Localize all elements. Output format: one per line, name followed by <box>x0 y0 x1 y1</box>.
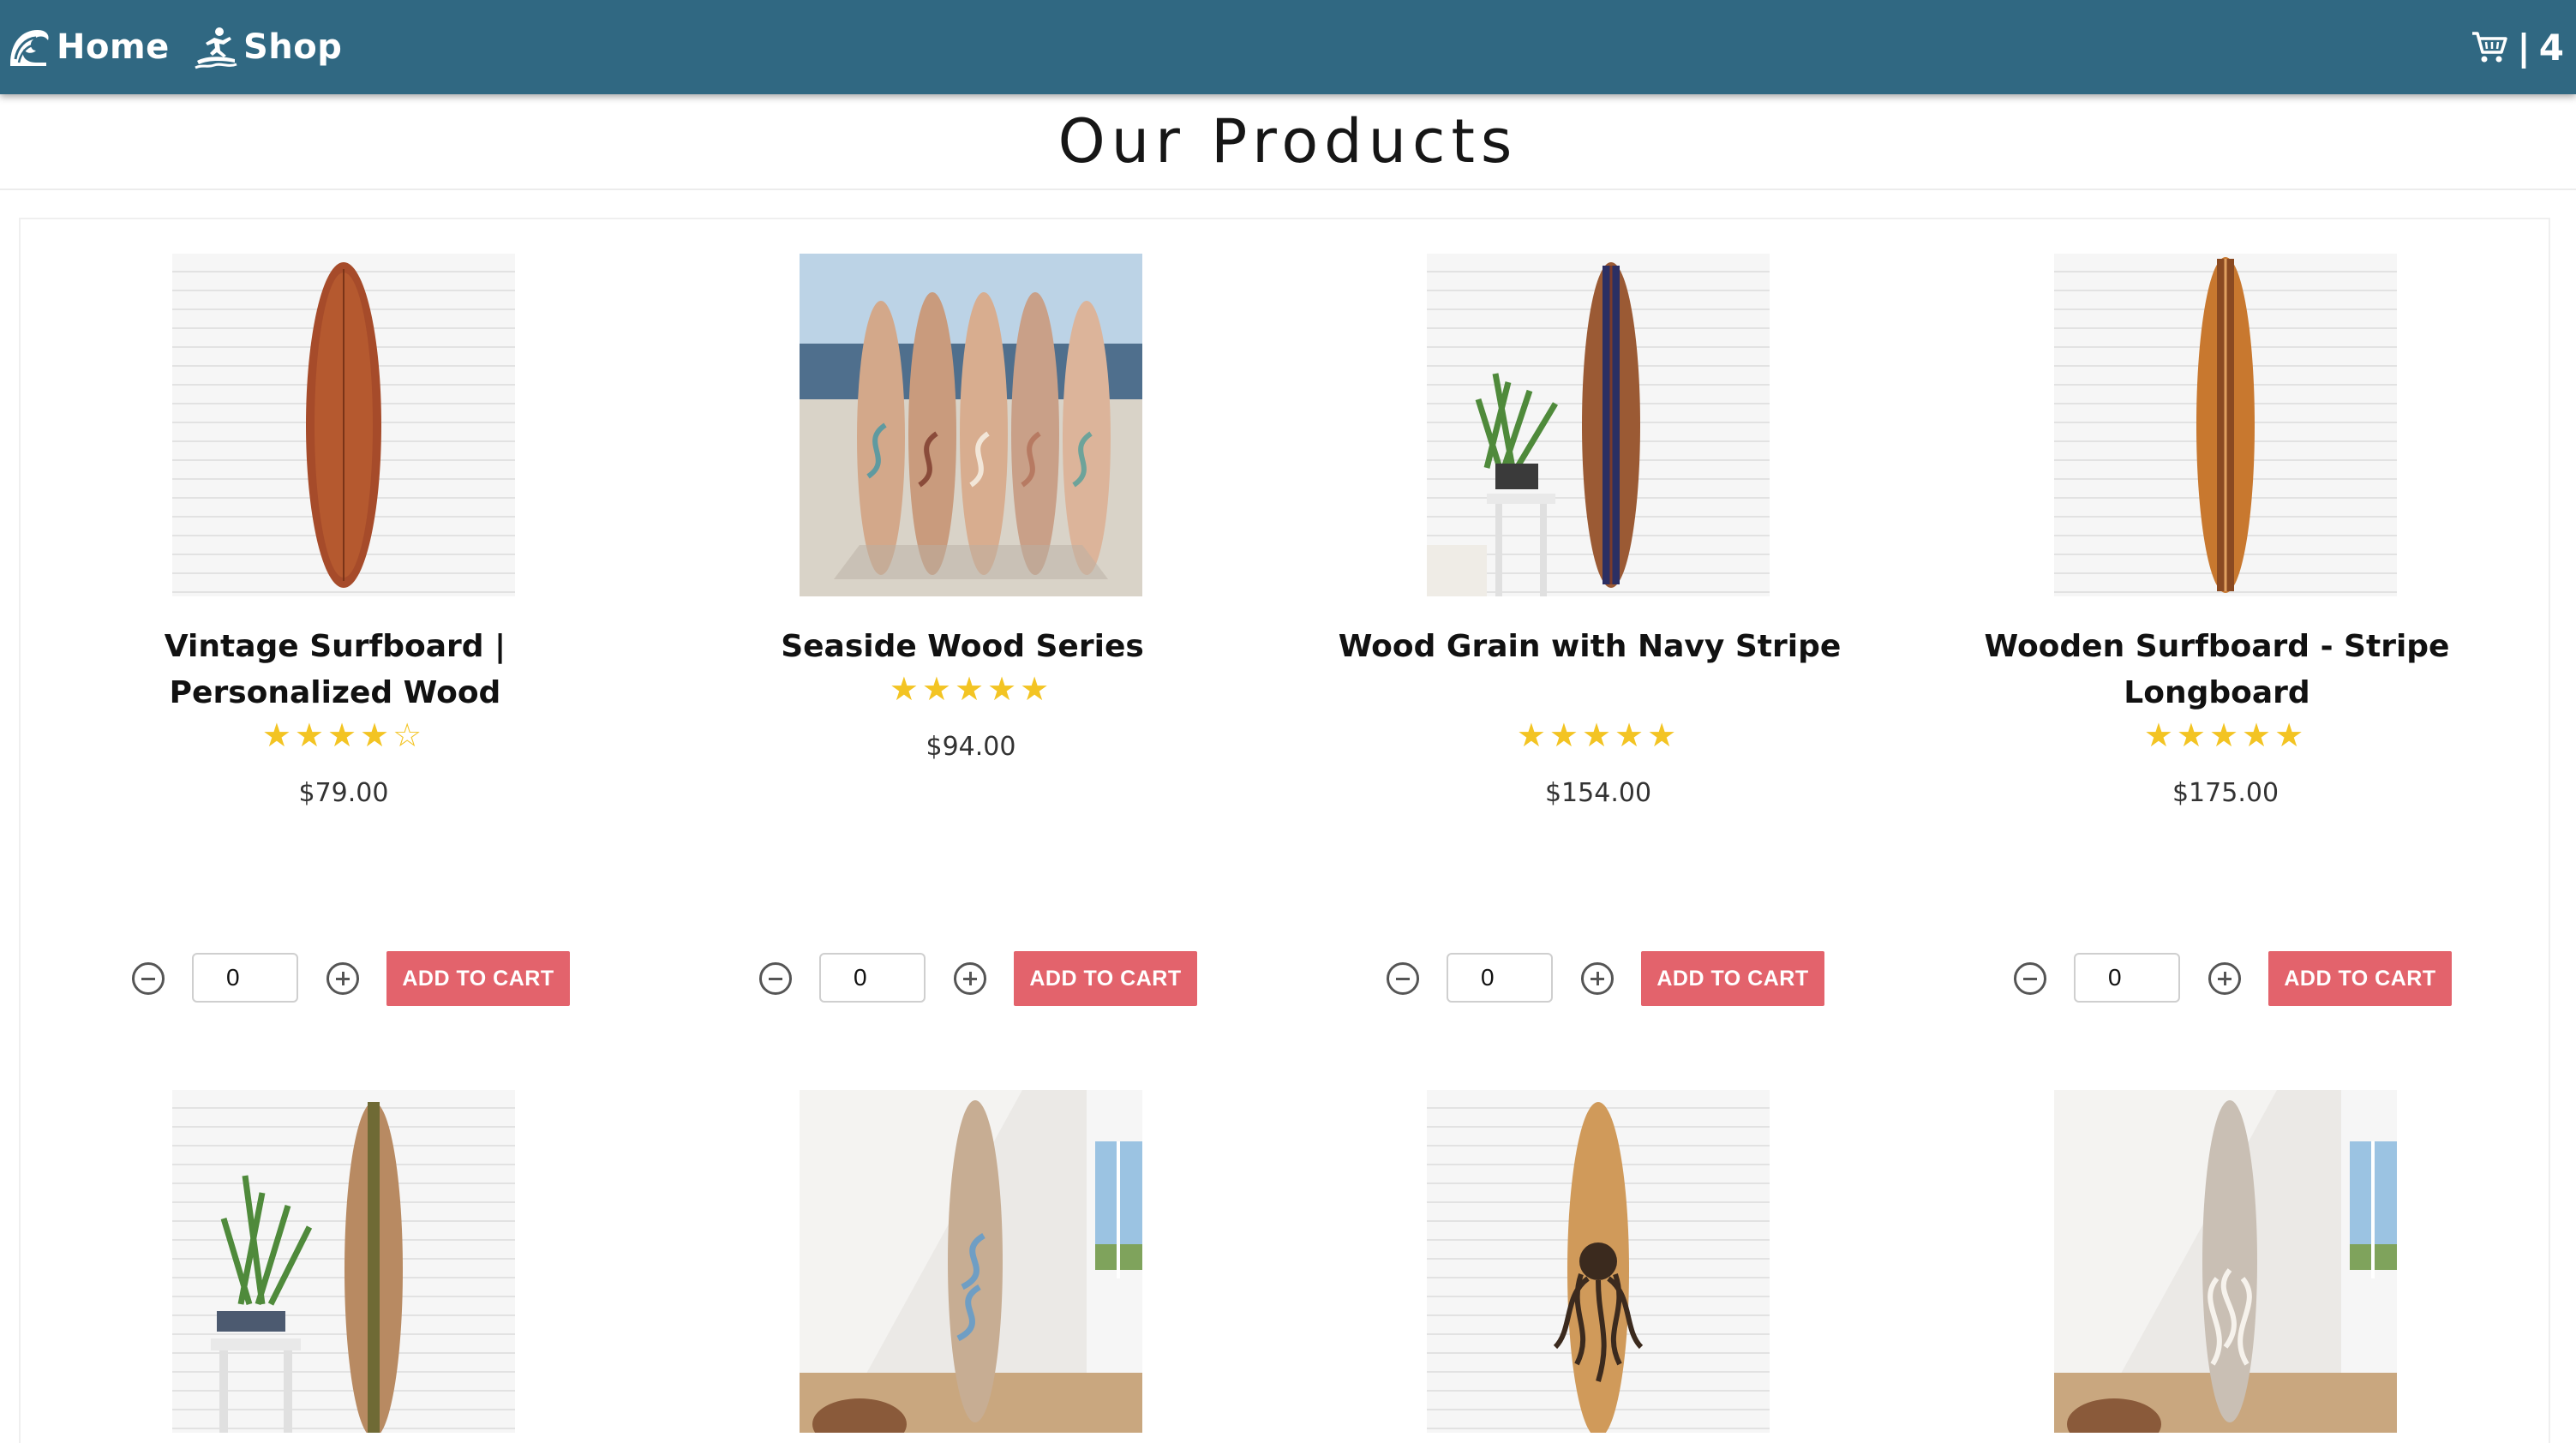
product-price: $79.00 <box>298 778 389 808</box>
product-name[interactable]: Vintage Surfboard | Personalized Wood <box>72 624 598 716</box>
page-title: Our Products <box>1057 106 1519 177</box>
quantity-input[interactable] <box>1447 953 1553 1003</box>
cart-count: 4 <box>2538 26 2564 69</box>
product-grid: Vintage Surfboard | Personalized Wood ★★… <box>19 218 2550 1443</box>
add-to-cart-button[interactable]: ADD TO CART <box>1641 951 1824 1006</box>
quantity-controls: ADD TO CART <box>21 951 667 1008</box>
product-name[interactable]: Seaside Wood Series <box>699 624 1225 670</box>
quantity-controls: ADD TO CART <box>648 951 1294 1008</box>
product-image[interactable] <box>172 254 515 596</box>
page-header: Our Products <box>0 94 2576 190</box>
add-to-cart-button[interactable]: ADD TO CART <box>1014 951 1197 1006</box>
product-image[interactable] <box>800 254 1142 596</box>
product-image[interactable] <box>1427 1090 1770 1433</box>
minus-circle-icon[interactable] <box>132 962 165 995</box>
rating-stars: ★★★★★ <box>889 672 1053 708</box>
quantity-input[interactable] <box>819 953 926 1003</box>
cart-separator: | <box>2517 26 2531 69</box>
quantity-controls: ADD TO CART <box>1275 951 1921 1008</box>
product-price: $175.00 <box>2172 778 2279 808</box>
minus-circle-icon[interactable] <box>2014 962 2046 995</box>
cart-link[interactable]: | 4 <box>2471 0 2564 94</box>
minus-circle-icon[interactable] <box>759 962 792 995</box>
plus-circle-icon[interactable] <box>2208 962 2241 995</box>
nav-home-link[interactable]: Home <box>7 0 170 94</box>
cart-icon <box>2471 30 2508 64</box>
nav-shop-link[interactable]: Shop <box>194 0 342 94</box>
product-image[interactable] <box>2054 254 2397 596</box>
product-image[interactable] <box>172 1090 515 1433</box>
product-price: $154.00 <box>1544 778 1652 808</box>
plus-circle-icon[interactable] <box>326 962 359 995</box>
add-to-cart-button[interactable]: ADD TO CART <box>2268 951 2452 1006</box>
plus-circle-icon[interactable] <box>954 962 986 995</box>
rating-stars: ★★★★★ <box>2143 718 2308 754</box>
top-nav-bar: Home Shop | 4 <box>0 0 2576 94</box>
wave-logo-icon <box>7 25 51 69</box>
product-image[interactable] <box>1427 254 1770 596</box>
nav-shop-label: Shop <box>243 27 343 67</box>
product-name[interactable]: Wood Grain with Navy Stripe <box>1327 624 1853 670</box>
plus-circle-icon[interactable] <box>1581 962 1614 995</box>
minus-circle-icon[interactable] <box>1387 962 1419 995</box>
nav-home-label: Home <box>57 27 170 67</box>
add-to-cart-button[interactable]: ADD TO CART <box>386 951 570 1006</box>
product-image[interactable] <box>2054 1090 2397 1433</box>
quantity-input[interactable] <box>2074 953 2180 1003</box>
product-image[interactable] <box>800 1090 1142 1433</box>
product-name[interactable]: Wooden Surfboard - Stripe Longboard <box>1954 624 2480 716</box>
surfer-icon <box>194 25 238 69</box>
quantity-controls: ADD TO CART <box>1902 951 2549 1008</box>
rating-stars: ★★★★☆ <box>261 718 426 754</box>
quantity-input[interactable] <box>192 953 298 1003</box>
product-price: $94.00 <box>926 732 1016 762</box>
rating-stars: ★★★★★ <box>1516 718 1680 754</box>
